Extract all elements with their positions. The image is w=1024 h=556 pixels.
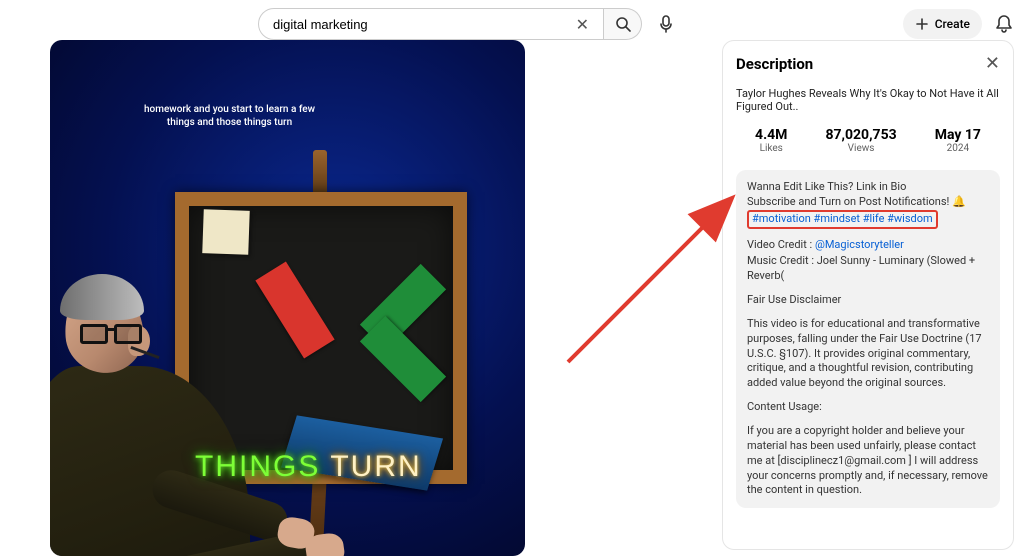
- video-stats: 4.4M Likes 87,020,753 Views May 17 2024: [736, 127, 1000, 154]
- video-credit-link[interactable]: @Magicstoryteller: [815, 238, 904, 251]
- search-box[interactable]: ✕: [258, 8, 604, 40]
- panel-heading: Description: [736, 55, 813, 73]
- overlay-text: THINGS TURN: [195, 450, 422, 484]
- red-block: [255, 261, 334, 358]
- easel-top: [313, 150, 327, 196]
- search-wrap: ✕: [258, 8, 682, 40]
- hashtags[interactable]: #motivation #mindset #life #wisdom: [752, 212, 933, 225]
- content-usage-body: If you are a copyright holder and believ…: [747, 424, 989, 498]
- green-arrow-block: [357, 264, 437, 384]
- search-button[interactable]: [604, 8, 642, 40]
- music-credit: Music Credit : Joel Sunny - Luminary (Sl…: [747, 254, 989, 284]
- description-panel: Description ✕ Taylor Hughes Reveals Why …: [722, 40, 1014, 550]
- fair-use-header: Fair Use Disclaimer: [747, 293, 989, 308]
- content-usage-header: Content Usage:: [747, 400, 989, 415]
- top-bar: ✕ Create: [0, 6, 1024, 42]
- stat-likes: 4.4M Likes: [755, 127, 787, 154]
- short-video[interactable]: homework and you start to learn a few th…: [50, 40, 525, 556]
- search-icon: [615, 16, 631, 32]
- search-input[interactable]: [273, 17, 572, 32]
- video-title: Taylor Hughes Reveals Why It's Okay to N…: [736, 87, 1000, 113]
- video-caption: homework and you start to learn a few th…: [144, 103, 315, 129]
- fair-use-body: This video is for educational and transf…: [747, 317, 989, 391]
- hashtags-highlight: #motivation #mindset #life #wisdom: [747, 210, 938, 229]
- close-icon[interactable]: ✕: [985, 55, 1000, 73]
- clear-search-icon[interactable]: ✕: [572, 15, 593, 34]
- create-label: Create: [935, 17, 970, 31]
- plus-icon: [915, 17, 929, 31]
- desc-line-subscribe: Subscribe and Turn on Post Notifications…: [747, 195, 989, 210]
- desc-line-linkbio: Wanna Edit Like This? Link in Bio: [747, 180, 989, 195]
- header-right: Create: [903, 6, 1016, 42]
- create-button[interactable]: Create: [903, 9, 982, 39]
- notifications-button[interactable]: [992, 12, 1016, 36]
- video-credit: Video Credit : @Magicstoryteller: [747, 238, 989, 253]
- stat-date: May 17 2024: [935, 127, 981, 154]
- microphone-icon: [659, 15, 673, 33]
- stat-views: 87,020,753 Views: [825, 127, 896, 154]
- voice-search-button[interactable]: [650, 8, 682, 40]
- description-body: Wanna Edit Like This? Link in Bio Subscr…: [736, 170, 1000, 508]
- speaker-figure: [50, 166, 250, 556]
- overlay-word-1: THINGS: [195, 450, 320, 484]
- bell-icon: [995, 14, 1013, 34]
- overlay-word-2: TURN: [330, 450, 421, 484]
